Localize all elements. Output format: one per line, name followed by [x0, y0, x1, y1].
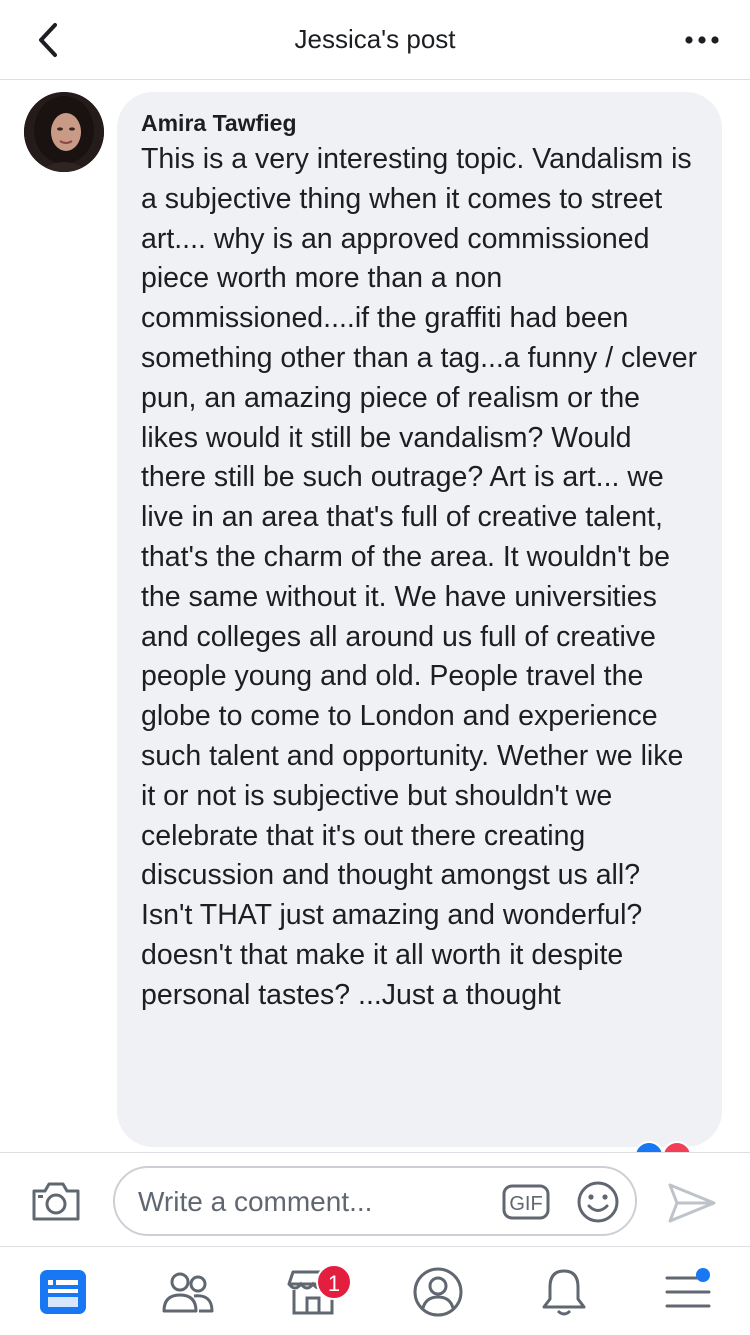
more-options-button[interactable] — [682, 20, 722, 60]
bell-icon — [542, 1269, 586, 1316]
gif-button[interactable]: GIF — [502, 1184, 550, 1220]
profile-photo — [24, 92, 104, 172]
tab-profile[interactable] — [410, 1265, 466, 1319]
camera-icon — [32, 1182, 80, 1221]
smiley-icon — [577, 1181, 619, 1223]
news-feed-icon — [40, 1270, 86, 1314]
friends-icon — [162, 1272, 214, 1313]
camera-button[interactable] — [30, 1179, 82, 1223]
bottom-tab-bar: 1 — [0, 1246, 750, 1335]
menu-notification-dot — [696, 1268, 710, 1282]
comment-bubble[interactable]: Amira Tawfieg This is a very interesting… — [117, 92, 722, 1147]
comment-input[interactable]: Write a comment... GIF — [113, 1166, 637, 1236]
more-dots-icon — [685, 36, 719, 44]
marketplace-notification-badge: 1 — [316, 1264, 352, 1300]
send-button[interactable] — [667, 1181, 717, 1225]
send-icon — [668, 1183, 716, 1223]
svg-text:GIF: GIF — [509, 1193, 542, 1215]
profile-icon — [413, 1267, 463, 1317]
avatar[interactable] — [24, 92, 104, 172]
emoji-button[interactable] — [576, 1180, 620, 1224]
page-title: Jessica's post — [294, 24, 456, 54]
top-nav-bar: Jessica's post — [0, 0, 750, 80]
tab-news-feed[interactable] — [35, 1265, 91, 1319]
tab-notifications[interactable] — [536, 1265, 592, 1319]
comment-input-placeholder: Write a comment... — [138, 1186, 373, 1217]
comment-composer: Write a comment... GIF — [0, 1152, 750, 1247]
comment-text: This is a very interesting topic. Vandal… — [141, 143, 698, 1011]
tab-friends[interactable] — [160, 1265, 216, 1319]
gif-icon: GIF — [502, 1184, 550, 1220]
comment-author[interactable]: Amira Tawfieg — [141, 108, 698, 138]
